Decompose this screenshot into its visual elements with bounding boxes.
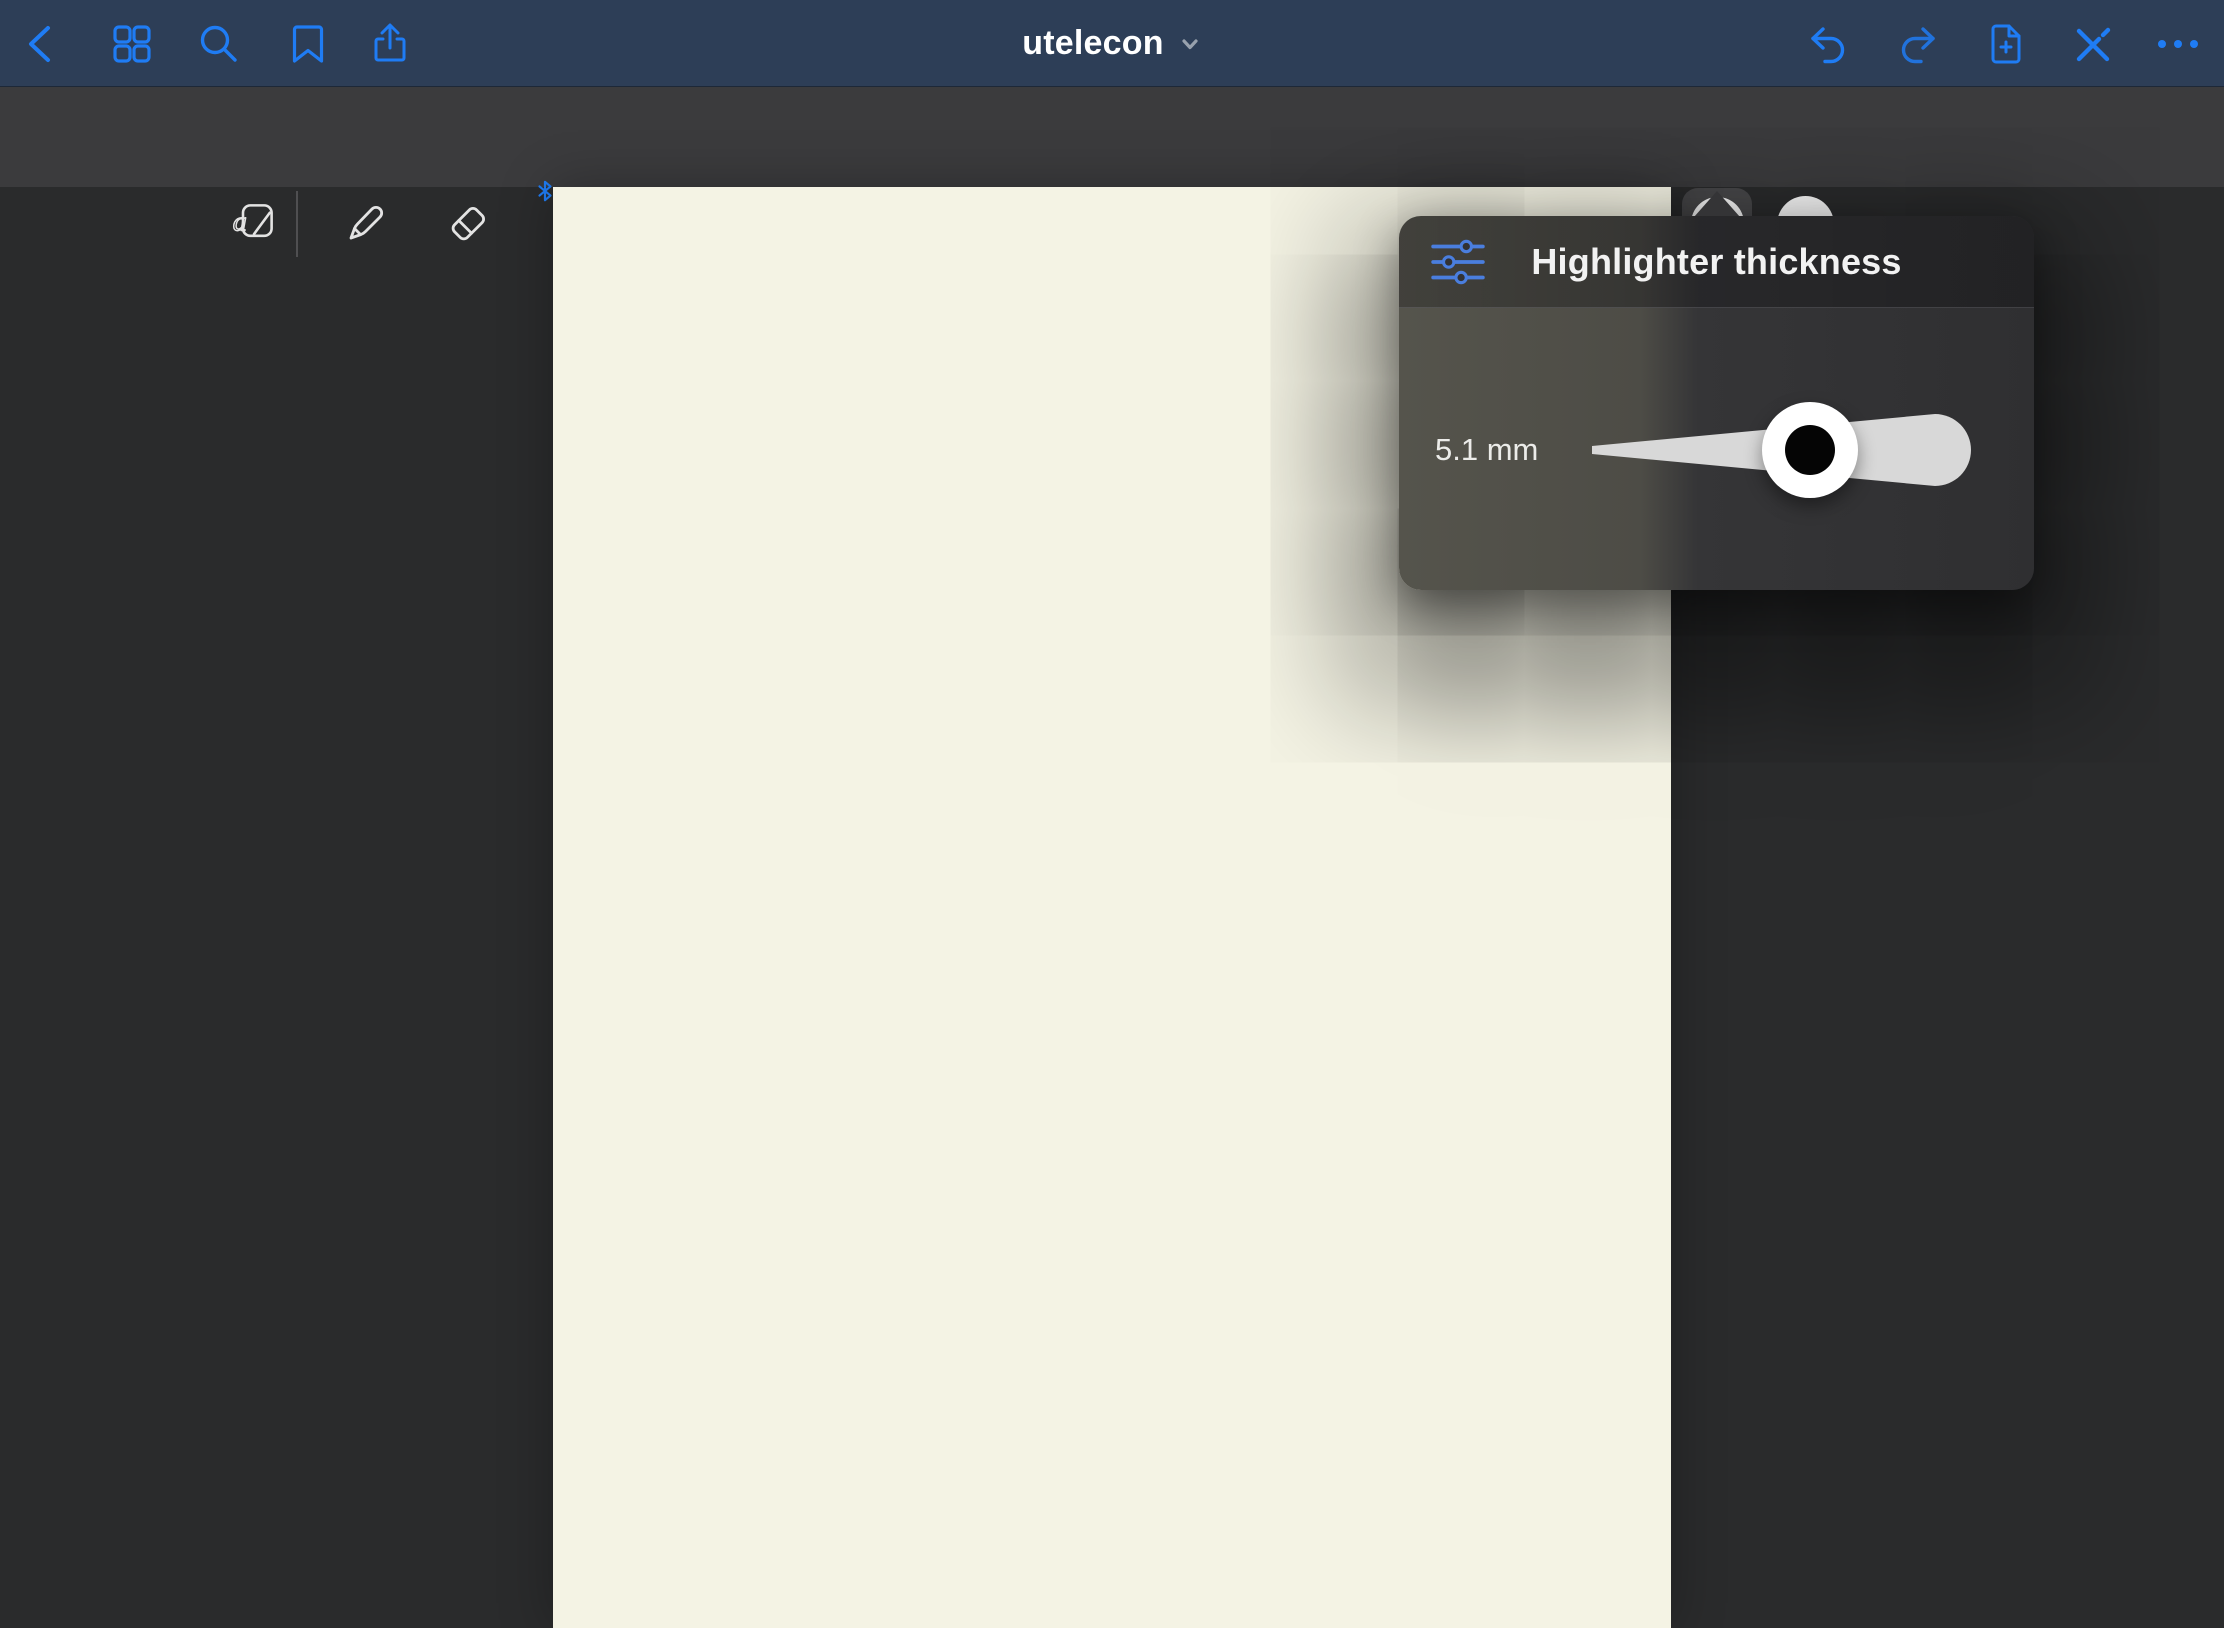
- share-button[interactable]: [366, 20, 414, 68]
- app-screen: utelecon: [0, 0, 2224, 1628]
- svg-text:a: a: [233, 205, 247, 236]
- pen-off-icon: [2068, 20, 2116, 68]
- popover-header: Highlighter thickness: [1399, 216, 2034, 308]
- pen-icon: [341, 200, 389, 248]
- thickness-value-label: 5.1 mm: [1435, 430, 1538, 470]
- sliders-icon: [1429, 233, 1487, 291]
- read-only-mode-button[interactable]: [2068, 20, 2116, 68]
- navigation-bar: utelecon: [0, 0, 2224, 87]
- undo-button[interactable]: [1804, 20, 1852, 68]
- search-icon: [194, 20, 242, 68]
- share-icon: [366, 20, 414, 68]
- eraser-tool[interactable]: [444, 200, 492, 248]
- back-button[interactable]: [18, 20, 66, 68]
- popover-title: Highlighter thickness: [1399, 241, 2034, 283]
- back-icon: [18, 20, 66, 68]
- tools-toolbar: a: [0, 87, 2224, 187]
- toolbar-divider: [296, 191, 298, 257]
- highlighter-thickness-popover: Highlighter thickness 5.1 mm: [1399, 216, 2034, 590]
- ellipsis-icon: [2154, 20, 2202, 68]
- add-page-icon: [1981, 20, 2029, 68]
- edit-mode-icon: a: [231, 196, 279, 248]
- add-page-button[interactable]: [1981, 20, 2029, 68]
- bookmark-button[interactable]: [284, 20, 332, 68]
- document-title[interactable]: utelecon: [1022, 24, 1163, 63]
- pen-tool[interactable]: [341, 200, 389, 248]
- document-title-group[interactable]: utelecon: [0, 0, 2224, 87]
- undo-icon: [1804, 20, 1852, 68]
- edit-mode-tool[interactable]: a: [231, 198, 279, 246]
- bookmark-icon: [284, 20, 332, 68]
- more-options-button[interactable]: [2154, 20, 2202, 68]
- title-chevron-down-icon: [1178, 32, 1202, 56]
- redo-button[interactable]: [1894, 20, 1942, 68]
- thumbnails-grid-icon: [108, 20, 156, 68]
- redo-icon: [1894, 20, 1942, 68]
- thickness-slider-knob[interactable]: [1762, 402, 1858, 498]
- page-thumbnails-button[interactable]: [108, 20, 156, 68]
- search-button[interactable]: [194, 20, 242, 68]
- eraser-icon: [444, 200, 492, 248]
- thickness-slider-knob-center: [1785, 425, 1835, 475]
- popover-caret: [1694, 191, 1740, 217]
